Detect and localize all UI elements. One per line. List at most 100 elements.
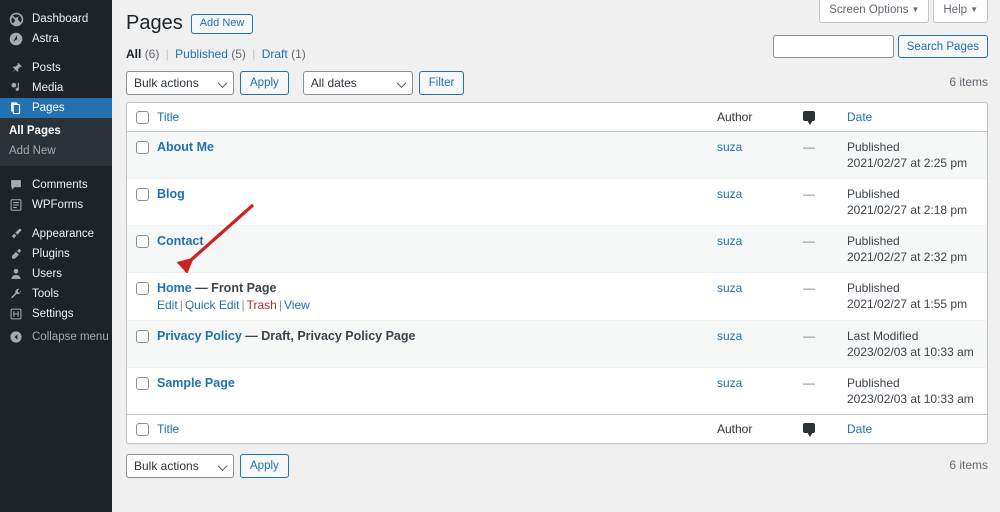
row-title-cell: Sample Page (157, 367, 717, 414)
row-checkbox[interactable] (136, 377, 149, 391)
row-date-value: 2023/02/03 at 10:33 am (847, 392, 974, 406)
column-footer-author: Author (717, 414, 803, 443)
bulk-actions-select-wrap-bottom: Bulk actionsEditMove to Trash (126, 454, 234, 478)
plugins-plug-icon (8, 246, 24, 262)
row-date-value: 2021/02/27 at 2:18 pm (847, 203, 968, 217)
row-title-cell: Privacy Policy — Draft, Privacy Policy P… (157, 320, 717, 367)
row-action-edit[interactable]: Edit (157, 298, 178, 312)
filter-link-all[interactable]: All (126, 47, 141, 61)
column-footer-date-label: Date (847, 422, 873, 436)
row-comment-count: — (803, 187, 815, 201)
row-title-link[interactable]: About Me (157, 140, 214, 154)
help-button[interactable]: Help ▼ (933, 0, 988, 23)
column-footer-comments[interactable] (803, 414, 847, 443)
row-comment-count: — (803, 234, 815, 248)
filter-link-draft-label: Draft (261, 47, 288, 61)
search-pages-button[interactable]: Search Pages (897, 35, 988, 58)
row-title-link[interactable]: Home (157, 281, 192, 295)
bulk-actions-select-bottom[interactable]: Bulk actionsEditMove to Trash (126, 454, 234, 478)
submenu-item-all-pages[interactable]: All Pages (0, 121, 112, 141)
screen-options-button[interactable]: Screen Options ▼ (819, 0, 930, 23)
column-header-date[interactable]: Date (847, 103, 987, 132)
filter-count-draft: (1) (291, 47, 306, 61)
filter-link-published-label: Published (175, 47, 228, 61)
row-action-separator: | (179, 298, 183, 312)
row-action-view[interactable]: View (284, 298, 310, 312)
sidebar-item-collapse-menu[interactable]: Collapse menu (0, 327, 112, 347)
filter-separator: | (165, 47, 169, 61)
select-all-checkbox-bottom[interactable] (136, 423, 149, 437)
sidebar-item-dashboard[interactable]: Dashboard (0, 9, 112, 29)
row-date-status: Published (847, 376, 900, 390)
row-title-link[interactable]: Sample Page (157, 376, 235, 390)
row-checkbox[interactable] (136, 188, 149, 202)
select-all-checkbox-top[interactable] (136, 111, 149, 125)
users-icon (8, 266, 24, 282)
row-title-link[interactable]: Privacy Policy (157, 329, 242, 343)
row-author-link[interactable]: suza (717, 281, 742, 295)
sidebar-item-astra[interactable]: Astra (0, 29, 112, 49)
row-title-link[interactable]: Contact (157, 234, 204, 248)
page-title: Pages (126, 12, 183, 34)
row-comments-cell: — (803, 132, 847, 178)
tools-wrench-icon (8, 286, 24, 302)
sidebar-item-comments[interactable]: Comments (0, 175, 112, 195)
sidebar-item-users[interactable]: Users (0, 264, 112, 284)
sidebar-item-tools[interactable]: Tools (0, 284, 112, 304)
row-post-state: — Front Page (191, 281, 277, 295)
row-author-link[interactable]: suza (717, 140, 742, 154)
row-author-link[interactable]: suza (717, 376, 742, 390)
row-title-cell: Blog (157, 178, 717, 225)
bulk-actions-select-wrap: Bulk actionsEditMove to Trash (126, 71, 234, 95)
row-date-value: 2021/02/27 at 1:55 pm (847, 297, 968, 311)
apply-button-bottom[interactable]: Apply (240, 454, 289, 478)
table-row: About Me suza — Published 2021/02/27 at 2:25… (127, 132, 987, 178)
sidebar-item-wpforms[interactable]: WPForms (0, 195, 112, 215)
row-checkbox[interactable] (136, 330, 149, 344)
page-wrap: Pages Add New Search Pages All (6) | Pub… (112, 0, 1000, 478)
row-action-quick-edit[interactable]: Quick Edit (185, 298, 240, 312)
sidebar-item-media[interactable]: Media (0, 78, 112, 98)
row-author-link[interactable]: suza (717, 234, 742, 248)
column-footer-title[interactable]: Title (157, 414, 717, 443)
sidebar-item-label: Pages (32, 102, 65, 114)
column-footer-date[interactable]: Date (847, 414, 987, 443)
filter-button[interactable]: Filter (418, 71, 465, 95)
submenu-item-add-new[interactable]: Add New (0, 141, 112, 161)
row-author-link[interactable]: suza (717, 329, 742, 343)
search-input[interactable] (772, 35, 894, 58)
table-header-row: Title Author Date (127, 103, 987, 132)
row-checkbox[interactable] (136, 282, 149, 296)
sidebar-item-posts[interactable]: Posts (0, 58, 112, 78)
row-comments-cell: — (803, 272, 847, 320)
sidebar-item-pages[interactable]: Pages (0, 98, 120, 118)
bulk-actions-select[interactable]: Bulk actionsEditMove to Trash (126, 71, 234, 95)
row-author-cell: suza (717, 225, 803, 272)
items-count-top: 6 items (949, 75, 988, 89)
filter-link-published[interactable]: Published (175, 47, 228, 61)
row-date-cell: Published 2021/02/27 at 1:55 pm (847, 272, 987, 320)
sidebar-item-plugins[interactable]: Plugins (0, 244, 112, 264)
row-author-link[interactable]: suza (717, 187, 742, 201)
row-action-trash[interactable]: Trash (247, 298, 277, 312)
chevron-down-icon: ▼ (911, 5, 920, 14)
filter-link-all-label: All (126, 47, 142, 61)
row-title-link[interactable]: Blog (157, 187, 185, 201)
row-date-cell: Last Modified 2023/02/03 at 10:33 am (847, 320, 987, 367)
column-header-title-label: Title (157, 110, 180, 124)
pages-icon (8, 100, 24, 116)
row-checkbox[interactable] (136, 141, 149, 155)
filter-link-draft[interactable]: Draft (262, 47, 288, 61)
date-filter-select[interactable]: All datesFebruary 2021February 2023 (302, 71, 413, 95)
column-header-title[interactable]: Title (157, 103, 717, 132)
sidebar-item-settings[interactable]: Settings (0, 304, 112, 324)
pages-submenu: All Pages Add New (0, 118, 112, 166)
select-all-footer (127, 414, 157, 443)
admin-sidebar: Dashboard Astra Posts Media Pages All Pa… (0, 0, 120, 512)
sidebar-item-appearance[interactable]: Appearance (0, 224, 112, 244)
row-checkbox[interactable] (136, 235, 149, 249)
apply-button-top[interactable]: Apply (240, 71, 289, 95)
column-header-comments[interactable] (803, 103, 847, 132)
sidebar-item-label: Astra (32, 33, 59, 45)
add-new-button[interactable]: Add New (190, 14, 254, 34)
